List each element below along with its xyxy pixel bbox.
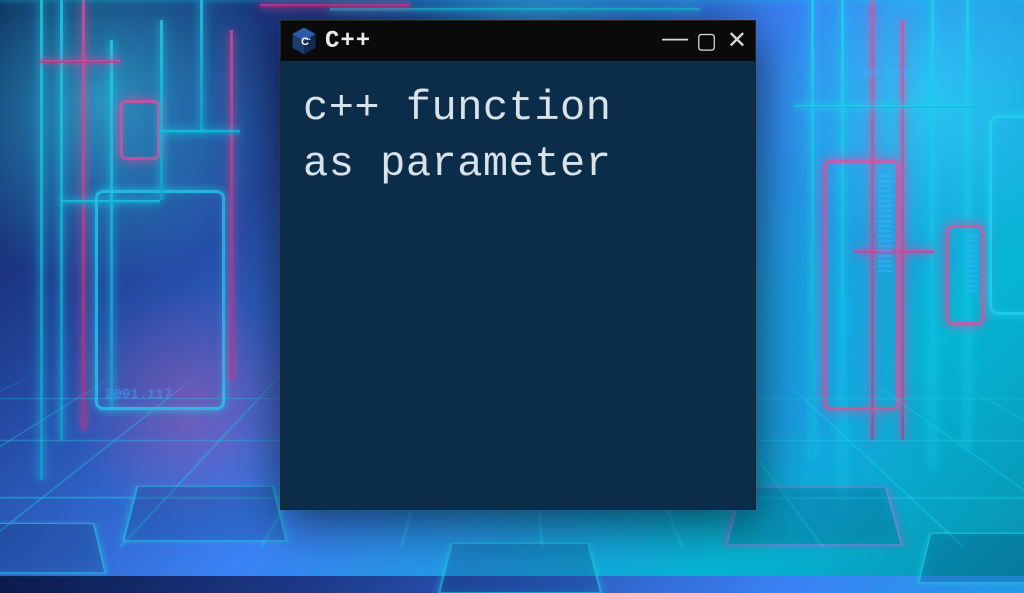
maximize-button[interactable]: ▢	[696, 30, 717, 52]
floor-tile	[0, 523, 107, 573]
close-button[interactable]: ✕	[727, 29, 747, 53]
floor-tile	[122, 486, 288, 542]
console-content-text: c++ function as parameter	[303, 81, 733, 193]
titlebar[interactable]: C ++ C++ — ▢ ✕	[281, 21, 755, 61]
decorative-ticks	[878, 175, 892, 272]
window-title: C++	[325, 28, 654, 55]
floor-tile	[438, 543, 602, 593]
window-controls: — ▢ ✕	[662, 28, 747, 54]
console-body: c++ function as parameter	[281, 61, 755, 509]
svg-text:++: ++	[306, 37, 311, 42]
decorative-ticks	[968, 235, 978, 292]
minimize-button[interactable]: —	[662, 24, 686, 50]
cpp-hexagon-icon: C ++	[291, 27, 317, 55]
console-window: C ++ C++ — ▢ ✕ c++ function as parameter	[280, 20, 756, 510]
decorative-bg-text: 10 0111 : 307 cenven	[862, 66, 1018, 81]
